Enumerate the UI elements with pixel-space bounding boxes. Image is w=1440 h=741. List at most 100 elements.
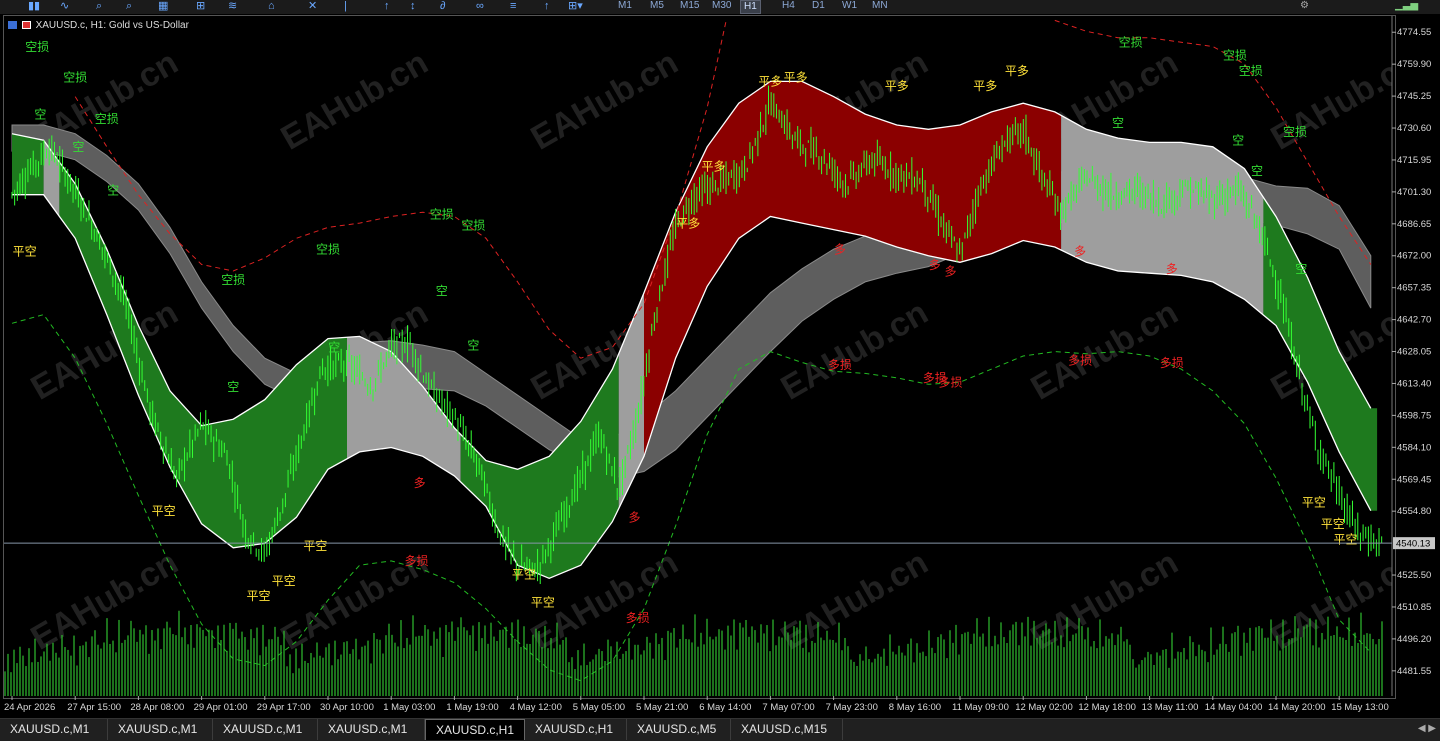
signal-label-short: 空 xyxy=(107,184,119,198)
signal-label-short: 空损 xyxy=(221,273,245,287)
watermark-text: EAHub.cn xyxy=(25,543,185,657)
price-axis: 4774.55 4759.90 4745.25 4730.60 4715.95 4701.… xyxy=(1391,16,1431,696)
price-tick-label: 4481.55 xyxy=(1397,666,1431,677)
price-tick-label: 4598.75 xyxy=(1397,410,1431,421)
signal-label-close: 平多 xyxy=(758,75,782,89)
time-tick-label: 4 May 12:00 xyxy=(510,702,562,713)
signal-label-close: 平空 xyxy=(272,574,296,588)
time-tick-label: 1 May 19:00 xyxy=(446,702,498,713)
signal-label-short: 空 xyxy=(1112,116,1124,130)
signal-label-short: 空损 xyxy=(430,208,454,222)
signal-label-close: 平空 xyxy=(152,504,176,518)
time-tick-label: 1 May 03:00 xyxy=(383,702,435,713)
signal-label-long: 多损 xyxy=(1068,354,1092,368)
signal-label-short: 空损 xyxy=(316,243,340,257)
price-tick-label: 4613.40 xyxy=(1397,378,1431,389)
signal-label-short: 空损 xyxy=(95,112,119,126)
price-tick-label: 4569.45 xyxy=(1397,474,1431,485)
signal-label-short: 空 xyxy=(34,107,46,121)
time-axis: 24 Apr 2026 27 Apr 15:00 28 Apr 08:00 29 Ap… xyxy=(4,696,1389,713)
time-tick-label: 12 May 18:00 xyxy=(1078,702,1136,713)
signal-label-close: 平空 xyxy=(246,589,270,603)
price-tick-label: 4715.95 xyxy=(1397,155,1431,166)
tab-scroll-arrows-icon[interactable]: ◀ ▶ xyxy=(1418,723,1436,734)
time-tick-label: 12 May 02:00 xyxy=(1015,702,1073,713)
watermark-text: EAHub.cn xyxy=(275,43,435,157)
signal-label-short: 空 xyxy=(1295,262,1307,276)
signal-label-long: 多 xyxy=(945,264,957,278)
chart-title-text: XAUUSD.c, H1: Gold vs US-Dollar xyxy=(35,20,189,31)
time-tick-label: 6 May 14:00 xyxy=(699,702,751,713)
price-tick-label: 4672.00 xyxy=(1397,251,1431,262)
time-tick-label: 27 Apr 15:00 xyxy=(67,702,121,713)
signal-label-long: 多损 xyxy=(828,358,852,372)
chart-tab[interactable]: XAUUSD.c,M5 xyxy=(627,719,731,740)
time-tick-label: 30 Apr 10:00 xyxy=(320,702,374,713)
price-tick-label: 4774.55 xyxy=(1397,27,1431,38)
signal-label-close: 平多 xyxy=(973,79,997,93)
watermark-text: EAHub.cn xyxy=(525,43,685,157)
signal-label-long: 多 xyxy=(1166,262,1178,276)
chart-tabs: XAUUSD.c,M1 XAUUSD.c,M1 XAUUSD.c,M1 XAUU… xyxy=(0,718,1440,741)
signal-label-long: 多 xyxy=(414,476,426,490)
price-tick-label: 4759.90 xyxy=(1397,59,1431,70)
price-tick-label: 4701.30 xyxy=(1397,187,1431,198)
signal-label-long: 多损 xyxy=(404,554,428,568)
signal-label-close: 平空 xyxy=(13,245,37,259)
signal-label-close: 平空 xyxy=(303,539,327,553)
signal-label-short: 空损 xyxy=(1239,64,1263,78)
signal-label-close: 平多 xyxy=(1005,64,1029,78)
signal-label-close: 平多 xyxy=(702,160,726,174)
signal-label-close: 平空 xyxy=(1302,495,1326,509)
signal-label-short: 空 xyxy=(467,338,479,352)
chart-window-icon xyxy=(8,21,17,29)
price-tick-label: 4496.20 xyxy=(1397,634,1431,645)
signal-label-short: 空 xyxy=(436,284,448,298)
time-tick-label: 24 Apr 2026 xyxy=(4,702,55,713)
chart-tab[interactable]: XAUUSD.c,H1 xyxy=(525,719,627,740)
volume-bars xyxy=(4,610,1383,696)
price-tick-label: 4657.35 xyxy=(1397,283,1431,294)
time-tick-label: 7 May 23:00 xyxy=(826,702,878,713)
chart-tab[interactable]: XAUUSD.c,M1 xyxy=(318,719,425,740)
chart-tab[interactable]: XAUUSD.c,M1 xyxy=(108,719,213,740)
signal-label-short: 空损 xyxy=(25,40,49,54)
time-tick-label: 15 May 13:00 xyxy=(1331,702,1389,713)
signal-label-long: 多损 xyxy=(626,611,650,625)
signal-label-short: 空 xyxy=(72,140,84,154)
signal-label-close: 平多 xyxy=(885,79,909,93)
symbol-flag-icon xyxy=(21,21,31,29)
signal-label-close: 平空 xyxy=(1334,532,1358,546)
time-tick-label: 5 May 21:00 xyxy=(636,702,688,713)
time-tick-label: 5 May 05:00 xyxy=(573,702,625,713)
signal-label-close: 平空 xyxy=(531,596,555,610)
chart-tab[interactable]: XAUUSD.c,M1 xyxy=(0,719,108,740)
price-tick-label: 4584.10 xyxy=(1397,442,1431,453)
signal-label-short: 空 xyxy=(227,380,239,394)
signal-label-short: 空损 xyxy=(1119,36,1143,50)
time-tick-label: 8 May 16:00 xyxy=(889,702,941,713)
signal-label-close: 平空 xyxy=(1321,517,1345,531)
time-tick-label: 14 May 20:00 xyxy=(1268,702,1326,713)
signal-label-long: 多损 xyxy=(1160,356,1184,370)
watermark-text: EAHub.cn xyxy=(1025,293,1185,407)
signal-label-long: 多 xyxy=(834,243,846,257)
watermark-text: EAHub.cn xyxy=(775,543,935,657)
price-tick-label: 4510.85 xyxy=(1397,602,1431,613)
price-tick-label: 4525.50 xyxy=(1397,570,1431,581)
signal-label-long: 多 xyxy=(1074,245,1086,259)
chart-tab[interactable]: XAUUSD.c,M1 xyxy=(213,719,318,740)
price-tick-label: 4745.25 xyxy=(1397,91,1431,102)
signal-label-long: 多 xyxy=(629,511,641,525)
chart-tab-active[interactable]: XAUUSD.c,H1 xyxy=(425,719,525,740)
time-tick-label: 29 Apr 17:00 xyxy=(257,702,311,713)
current-price-label: 4540.13 xyxy=(1396,539,1430,550)
chart-title: XAUUSD.c, H1: Gold vs US-Dollar xyxy=(8,20,189,32)
chart-tab[interactable]: XAUUSD.c,M15 xyxy=(731,719,843,740)
price-chart[interactable]: EAHub.cn EAHub.cn EAHub.cn EAHub.cn EAHub.cn… xyxy=(0,0,1440,718)
signal-label-close: 平多 xyxy=(784,70,808,84)
signal-label-close: 平多 xyxy=(676,216,700,230)
time-tick-label: 14 May 04:00 xyxy=(1205,702,1263,713)
time-tick-label: 7 May 07:00 xyxy=(762,702,814,713)
price-tick-label: 4642.70 xyxy=(1397,315,1431,326)
